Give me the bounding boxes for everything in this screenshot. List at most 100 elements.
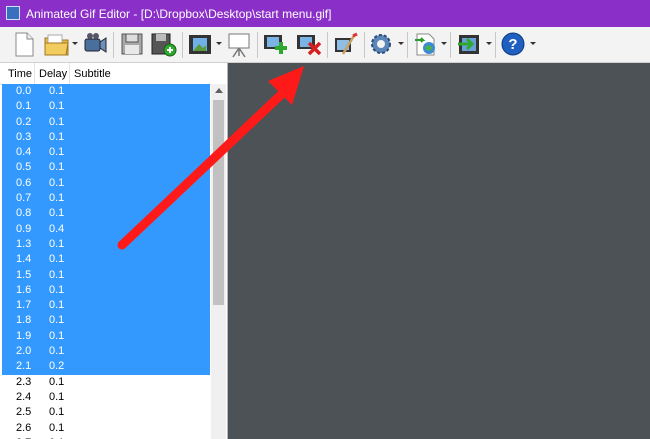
- frame-row[interactable]: 2.6 0.1: [2, 421, 210, 436]
- frame-time: 1.5: [16, 268, 32, 281]
- frame-delay: 0.1: [49, 421, 65, 434]
- add-frame-icon[interactable]: [261, 30, 291, 58]
- frame-time: 2.4: [16, 390, 32, 403]
- frame-delay: 0.1: [49, 390, 65, 403]
- camcorder-icon[interactable]: [80, 30, 110, 58]
- filmstrip-dropdown-icon[interactable]: [216, 42, 222, 45]
- frame-delay: 0.1: [49, 176, 65, 189]
- frame-delay: 0.1: [49, 329, 65, 342]
- help-icon[interactable]: ?: [499, 30, 529, 58]
- frame-time: 0.7: [16, 192, 32, 205]
- frame-row[interactable]: 1.8 0.1: [2, 313, 210, 329]
- frame-time: 0.2: [16, 115, 32, 128]
- frame-row[interactable]: 1.7 0.1: [2, 298, 210, 314]
- frame-delay: 0.1: [49, 345, 65, 358]
- window-title: Animated Gif Editor - [D:\Dropbox\Deskto…: [26, 7, 332, 21]
- frame-row[interactable]: 1.4 0.1: [2, 252, 210, 268]
- frame-row[interactable]: 2.4 0.1: [2, 390, 210, 405]
- app-icon: [6, 6, 20, 20]
- frame-row[interactable]: 0.4 0.1: [2, 145, 210, 161]
- title-bar[interactable]: Animated Gif Editor - [D:\Dropbox\Deskto…: [0, 0, 650, 27]
- frame-row[interactable]: 2.0 0.1: [2, 344, 210, 360]
- column-header-delay[interactable]: Delay: [39, 68, 67, 80]
- frame-time: 2.0: [16, 345, 32, 358]
- svg-text:?: ?: [508, 36, 517, 53]
- export-web-icon[interactable]: [411, 30, 441, 58]
- settings-gear-icon[interactable]: [368, 30, 398, 58]
- frame-row[interactable]: 0.8 0.1: [2, 206, 210, 222]
- frame-delay: 0.1: [49, 375, 65, 388]
- frame-row[interactable]: 2.1 0.2: [2, 359, 210, 375]
- frame-preview-canvas[interactable]: [228, 63, 650, 439]
- frame-time: 0.8: [16, 207, 32, 220]
- frame-delay: 0.1: [49, 268, 65, 281]
- frame-delay: 0.1: [49, 207, 65, 220]
- new-file-icon[interactable]: [9, 30, 39, 58]
- frame-time: 1.4: [16, 253, 32, 266]
- frame-time: 0.1: [16, 100, 32, 113]
- slideshow-icon[interactable]: [224, 30, 254, 58]
- frame-row[interactable]: 0.1 0.1: [2, 99, 210, 115]
- delete-frame-icon[interactable]: [294, 30, 324, 58]
- help-dropdown-icon[interactable]: [530, 42, 536, 45]
- frame-rows: 0.0 0.1 0.1 0.1 0.2 0.1 0.3 0.1 0.4 0.1 0.5 0.1 0.6 0…: [2, 84, 210, 439]
- frame-delay: 0.1: [49, 100, 65, 113]
- frame-time: 2.5: [16, 406, 32, 419]
- frame-row[interactable]: 1.3 0.1: [2, 236, 210, 253]
- frame-time: 0.5: [16, 161, 32, 174]
- frame-time: 1.7: [16, 299, 32, 312]
- toolbar: ?: [0, 27, 650, 63]
- frame-row[interactable]: 2.3 0.1: [2, 375, 210, 390]
- frame-row[interactable]: 0.9 0.4: [2, 221, 210, 237]
- frame-time: 1.8: [16, 314, 32, 327]
- frame-delay: 0.1: [49, 146, 65, 159]
- frame-row[interactable]: 1.5 0.1: [2, 267, 210, 283]
- export-web-dropdown-icon[interactable]: [441, 42, 447, 45]
- frame-delay: 0.4: [49, 222, 65, 235]
- frame-time: 0.3: [16, 130, 32, 143]
- frame-delay: 0.1: [49, 130, 65, 143]
- frame-delay: 0.1: [49, 237, 65, 250]
- column-header-time[interactable]: Time: [8, 68, 32, 80]
- open-folder-icon[interactable]: [42, 30, 72, 58]
- frame-row[interactable]: 0.7 0.1: [2, 191, 210, 207]
- frame-row[interactable]: 2.5 0.1: [2, 405, 210, 420]
- frame-row[interactable]: 0.0 0.1: [2, 84, 210, 100]
- frame-row[interactable]: 1.9 0.1: [2, 328, 210, 345]
- frame-time: 0.0: [16, 85, 32, 97]
- vertical-scrollbar[interactable]: [211, 84, 226, 439]
- save-as-icon[interactable]: [148, 30, 178, 58]
- frame-row[interactable]: 0.3 0.1: [2, 129, 210, 146]
- frame-time: 1.9: [16, 329, 32, 342]
- frame-delay: 0.1: [49, 85, 65, 97]
- frame-delay: 0.1: [49, 299, 65, 312]
- frame-delay: 0.1: [49, 161, 65, 174]
- settings-dropdown-icon[interactable]: [398, 42, 404, 45]
- frame-time: 2.3: [16, 375, 32, 388]
- export-video-dropdown-icon[interactable]: [486, 42, 492, 45]
- frame-time: 0.6: [16, 176, 32, 189]
- frame-delay: 0.1: [49, 406, 65, 419]
- frame-row[interactable]: 0.2 0.1: [2, 114, 210, 130]
- effects-icon[interactable]: [331, 30, 361, 58]
- frame-time: 0.4: [16, 146, 32, 159]
- frame-delay: 0.2: [49, 360, 65, 373]
- open-dropdown-icon[interactable]: [72, 42, 78, 45]
- frame-delay: 0.1: [49, 253, 65, 266]
- scroll-up-icon[interactable]: [215, 88, 223, 93]
- frame-row[interactable]: 0.5 0.1: [2, 160, 210, 176]
- frame-time: 1.6: [16, 283, 32, 296]
- export-video-icon[interactable]: [454, 30, 484, 58]
- frame-delay: 0.1: [49, 192, 65, 205]
- frame-time: 0.9: [16, 222, 32, 235]
- save-icon[interactable]: [117, 30, 147, 58]
- scrollbar-thumb[interactable]: [213, 100, 224, 305]
- frame-row[interactable]: 0.6 0.1: [2, 175, 210, 192]
- column-header-subtitle[interactable]: Subtitle: [74, 68, 111, 80]
- filmstrip-icon[interactable]: [186, 30, 216, 58]
- frame-row[interactable]: 1.6 0.1: [2, 282, 210, 299]
- frame-time: 1.3: [16, 237, 32, 250]
- frame-delay: 0.1: [49, 115, 65, 128]
- frame-delay: 0.1: [49, 314, 65, 327]
- frame-list-header: Time Delay Subtitle: [0, 63, 212, 85]
